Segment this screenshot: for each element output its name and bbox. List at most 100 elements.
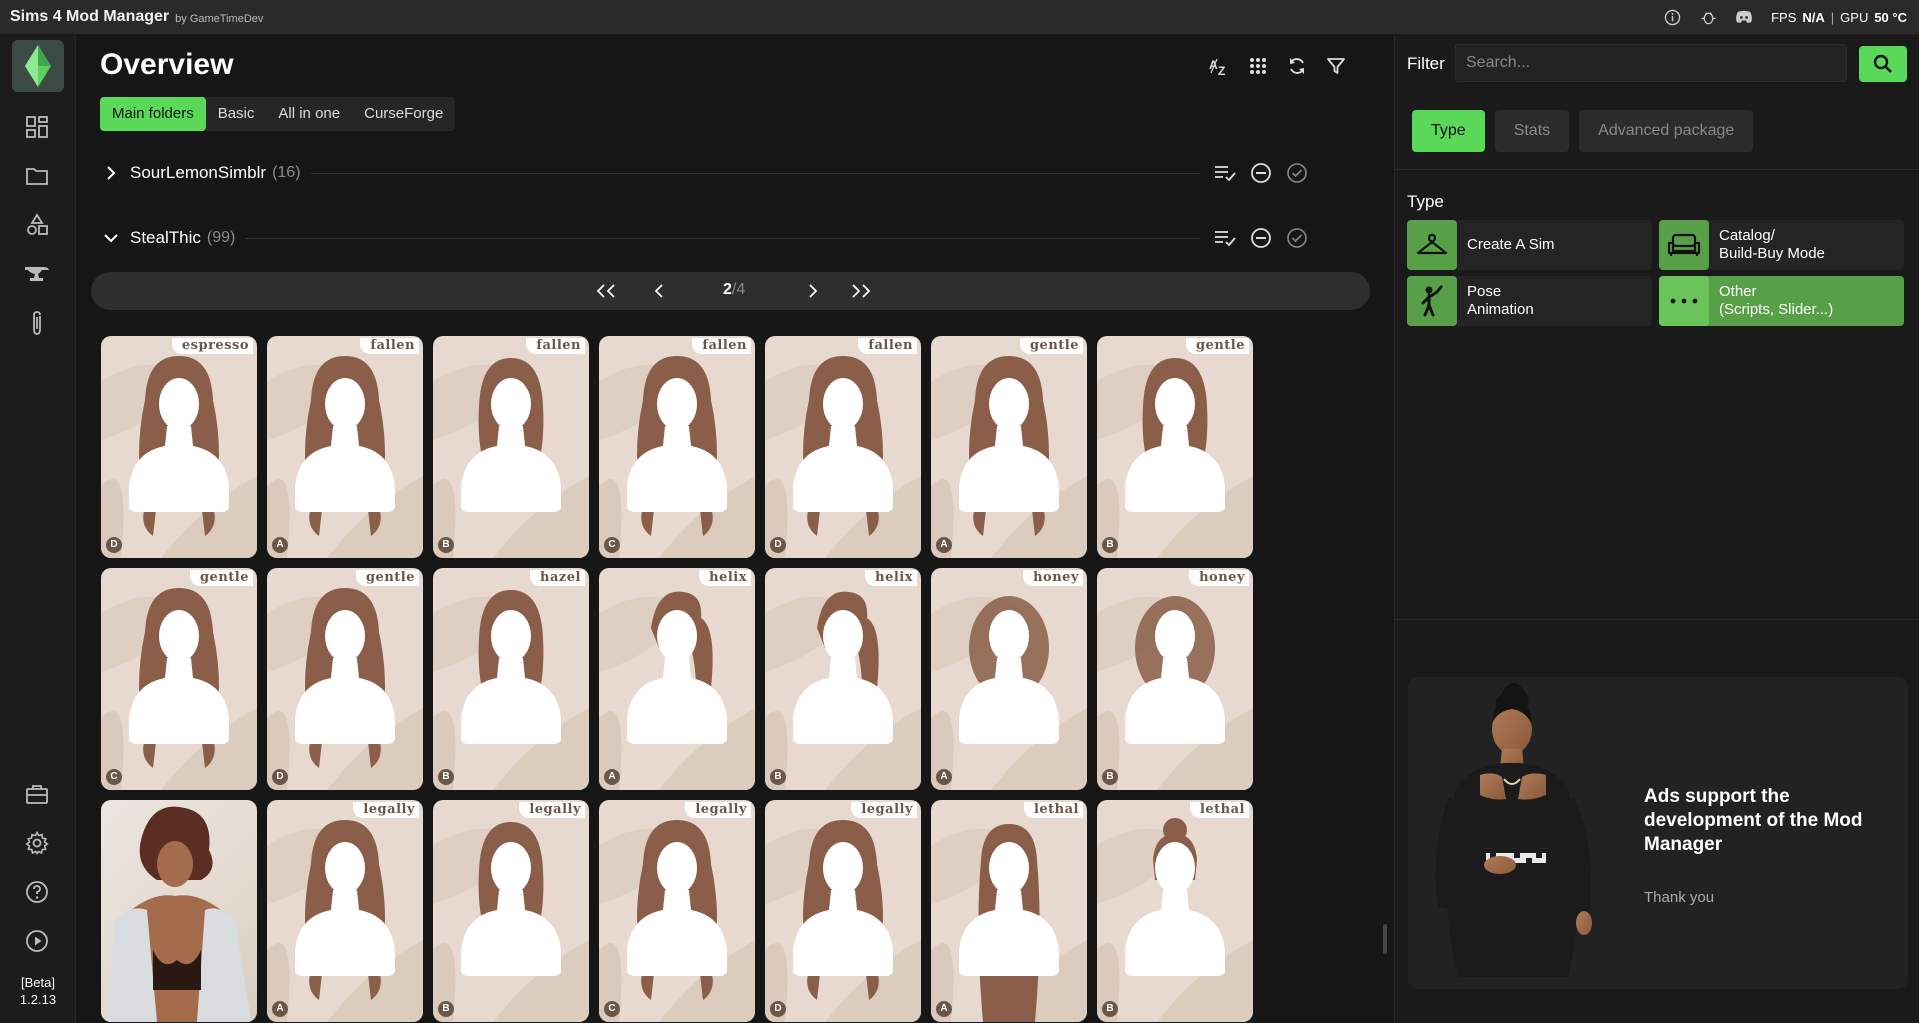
mod-card[interactable]: fallen C — [599, 336, 755, 558]
version-label: [Beta] 1.2.13 — [0, 974, 76, 1008]
type-other[interactable]: Other (Scripts, Slider...) — [1659, 276, 1904, 326]
main-panel: Overview AZ Main folders Basic All in on… — [77, 34, 1393, 1023]
variant-badge: B — [438, 769, 454, 785]
toolbox-icon[interactable] — [22, 779, 52, 809]
hair-preview-image — [461, 822, 561, 976]
hair-preview-image — [627, 820, 727, 1000]
variant-badge: C — [106, 769, 122, 785]
bug-icon[interactable] — [1699, 8, 1717, 26]
card-label: gentle — [189, 570, 253, 586]
mod-card[interactable]: lethal B — [1097, 800, 1253, 1022]
tab-basic[interactable]: Basic — [206, 97, 267, 131]
disable-icon[interactable] — [1248, 160, 1274, 186]
sim-photo-image — [107, 806, 251, 1022]
type-create-a-sim[interactable]: Create A Sim — [1407, 220, 1652, 270]
help-icon[interactable] — [22, 877, 52, 907]
mod-card[interactable]: honey A — [931, 568, 1087, 790]
hair-preview-image — [1125, 818, 1225, 976]
plumbob-logo-icon[interactable] — [12, 40, 64, 92]
hair-preview-image — [959, 356, 1059, 536]
app-author: by GameTimeDev — [175, 12, 264, 25]
type-catalog-build-buy[interactable]: Catalog/ Build-Buy Mode — [1659, 220, 1904, 270]
enable-check-icon[interactable] — [1284, 225, 1310, 251]
tab-all-in-one[interactable]: All in one — [266, 97, 352, 131]
filter-panel: Filter Type Stats Advanced package Type … — [1394, 34, 1919, 1023]
tab-type[interactable]: Type — [1412, 110, 1485, 152]
enable-check-icon[interactable] — [1284, 160, 1310, 186]
divider — [1395, 169, 1919, 170]
ad-thanks: Thank you — [1644, 889, 1715, 906]
tab-main-folders[interactable]: Main folders — [100, 97, 206, 131]
gpu-temp: 50 °C — [1874, 9, 1907, 25]
hair-preview-image — [1125, 358, 1225, 512]
mod-card[interactable]: helix B — [765, 568, 921, 790]
card-label: gentle — [1185, 338, 1249, 354]
mod-card[interactable]: gentle A — [931, 336, 1087, 558]
grid-icon[interactable] — [1244, 52, 1272, 80]
scrollbar-thumb[interactable] — [1383, 924, 1387, 954]
gear-icon[interactable] — [22, 828, 52, 858]
mod-card[interactable] — [101, 800, 257, 1022]
dashboard-icon[interactable] — [22, 112, 52, 142]
refresh-icon[interactable] — [1283, 52, 1311, 80]
sort-az-icon[interactable]: AZ — [1205, 52, 1233, 80]
variant-badge: D — [770, 1001, 786, 1017]
select-all-icon[interactable] — [1212, 160, 1238, 186]
mod-card[interactable]: gentle B — [1097, 336, 1253, 558]
mod-card[interactable]: fallen D — [765, 336, 921, 558]
hair-preview-image — [793, 356, 893, 536]
mod-card[interactable]: espresso D — [101, 336, 257, 558]
ad-banner[interactable]: Ads support the development of the Mod M… — [1408, 677, 1908, 989]
mod-card[interactable]: helix A — [599, 568, 755, 790]
filter-icon[interactable] — [1322, 52, 1350, 80]
mod-card[interactable]: hazel B — [433, 568, 589, 790]
mod-card[interactable]: legally A — [267, 800, 423, 1022]
info-icon[interactable] — [1663, 8, 1681, 26]
type-heading: Type — [1407, 192, 1444, 211]
mod-card[interactable]: legally B — [433, 800, 589, 1022]
folder-count: (16) — [272, 164, 301, 181]
search-button[interactable] — [1859, 46, 1907, 82]
mod-card[interactable]: legally C — [599, 800, 755, 1022]
last-page-icon[interactable] — [847, 280, 871, 302]
folder-row[interactable]: StealThic (99) — [100, 223, 1310, 253]
first-page-icon[interactable] — [596, 280, 620, 302]
discord-icon[interactable] — [1735, 8, 1753, 26]
mod-card[interactable]: lethal A — [931, 800, 1087, 1022]
variant-badge: A — [936, 769, 952, 785]
type-label: Catalog/ Build-Buy Mode — [1719, 227, 1825, 262]
card-label: legally — [519, 802, 585, 818]
tab-advanced-package[interactable]: Advanced package — [1579, 110, 1754, 152]
variant-badge: C — [604, 537, 620, 553]
chevron-right-icon[interactable] — [100, 162, 122, 184]
mod-card[interactable]: gentle C — [101, 568, 257, 790]
next-page-icon[interactable] — [801, 280, 825, 302]
disable-icon[interactable] — [1248, 225, 1274, 251]
hair-preview-image — [627, 591, 727, 744]
mod-card[interactable]: legally D — [765, 800, 921, 1022]
type-pose-animation[interactable]: Pose Animation — [1407, 276, 1652, 326]
filter-tabs: Type Stats Advanced package — [1412, 110, 1754, 152]
fps-readout: FPS N/A | GPU 50 °C — [1771, 9, 1907, 25]
folder-icon[interactable] — [22, 161, 52, 191]
anvil-icon[interactable] — [22, 259, 52, 289]
mod-card[interactable]: honey B — [1097, 568, 1253, 790]
select-all-icon[interactable] — [1212, 225, 1238, 251]
mod-card[interactable]: gentle D — [267, 568, 423, 790]
tab-stats[interactable]: Stats — [1494, 110, 1570, 152]
shapes-icon[interactable] — [22, 210, 52, 240]
search-input[interactable] — [1455, 44, 1847, 82]
previous-page-icon[interactable] — [647, 280, 671, 302]
folder-row[interactable]: SourLemonSimblr (16) — [100, 158, 1310, 188]
hair-preview-image — [793, 591, 893, 744]
mod-card[interactable]: fallen B — [433, 336, 589, 558]
card-label: gentle — [1019, 338, 1083, 354]
card-label: helix — [865, 570, 917, 586]
play-icon[interactable] — [22, 926, 52, 956]
mod-card[interactable]: fallen A — [267, 336, 423, 558]
paperclip-icon[interactable] — [22, 308, 52, 338]
tab-curseforge[interactable]: CurseForge — [352, 97, 455, 131]
hair-preview-image — [959, 824, 1059, 1022]
hair-preview-image — [461, 590, 561, 744]
chevron-down-icon[interactable] — [100, 227, 122, 249]
